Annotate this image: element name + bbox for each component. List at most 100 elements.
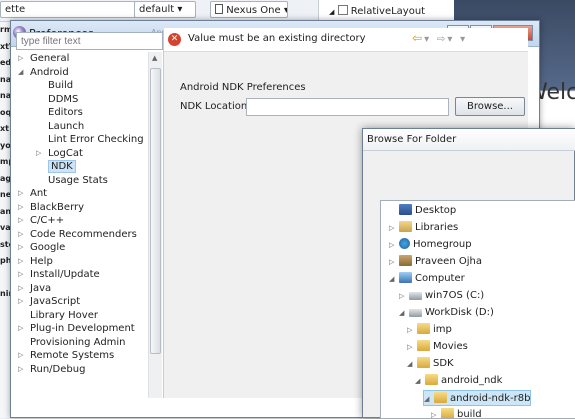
tree-item[interactable]: ▷ Code Recommenders [16,228,164,242]
ndk-location-input[interactable] [246,98,449,116]
config-combo-label: default [139,4,175,15]
folder-item[interactable]: ▷ win7OS (C:) [399,288,484,304]
browse-folder-titlebar: Browse For Folder [363,129,575,151]
tree-item-label: LogCat [48,147,83,159]
collapse-arrow-icon[interactable]: ◢ [399,305,404,321]
folder-item[interactable]: ◢ android_ndk [415,373,502,389]
folder-item[interactable]: ◢ Computer [389,271,465,287]
folder-item[interactable]: ◢ android-ndk-r8b [423,390,532,407]
tree-item[interactable]: ▷ C/C++ [16,214,164,228]
expand-arrow-icon[interactable]: ▷ [36,147,41,161]
scroll-up-icon[interactable]: ▲ [152,54,157,62]
outline-item[interactable]: ◢ RelativeLayout [329,5,425,17]
tree-item[interactable]: ▷ LogCat [16,147,164,161]
expand-arrow-icon[interactable]: ▷ [18,52,23,66]
expand-arrow-icon[interactable]: ▷ [18,201,23,215]
forward-icon[interactable]: ⇨ [437,34,447,45]
folder-item[interactable]: ▷ Praveen Ojha [389,254,482,270]
tree-item[interactable]: Build [16,79,164,93]
expand-arrow-icon[interactable]: ▷ [389,237,394,253]
expand-arrow-icon[interactable]: ▷ [431,407,436,418]
collapse-arrow-icon[interactable]: ◢ [424,391,429,407]
tree-item[interactable]: ◢ Android [16,66,164,80]
tree-item-label: BlackBerry [30,201,85,213]
palette-combo-label: ette [5,4,26,15]
tree-item-label: Lint Error Checking [48,134,144,145]
folder-item[interactable]: ▷ build [431,407,482,418]
expand-arrow-icon[interactable]: ▷ [18,228,23,242]
folder-icon [425,374,438,385]
folder-item[interactable]: ▷ Homegroup [389,237,472,253]
expand-arrow-icon[interactable]: ▷ [407,339,412,355]
view-menu-icon[interactable]: ▾ [460,34,467,45]
collapse-arrow-icon[interactable]: ◢ [18,66,23,80]
tree-item[interactable]: ▷ BlackBerry [16,201,164,215]
expand-arrow-icon[interactable]: ▷ [18,295,23,309]
collapse-arrow-icon[interactable]: ◢ [389,271,394,287]
tree-item[interactable]: DDMS [16,93,164,107]
drive-icon [409,292,422,300]
expand-arrow-icon[interactable]: ▷ [18,363,23,377]
browse-button[interactable]: Browse... [455,97,525,116]
expand-arrow-icon[interactable]: ▷ [389,254,394,270]
expand-arrow-icon[interactable]: ▷ [18,322,23,336]
folder-item[interactable]: ▷ imp [407,322,452,338]
error-icon: ✕ [168,33,181,46]
config-combo[interactable]: default ▾ [134,1,196,18]
tree-scrollbar[interactable]: ▲ [148,52,162,398]
tree-item[interactable]: ▷ Plug-in Development [16,322,164,336]
tree-item[interactable]: ▷ Remote Systems [16,349,164,363]
tree-item[interactable]: NDK [16,160,164,174]
tree-item[interactable]: Provisioning Admin [16,336,164,350]
outline-item-label: RelativeLayout [350,6,426,17]
user-folder-icon [399,255,412,266]
folder-item-label: Desktop [415,205,457,216]
tree-item[interactable]: Launch [16,120,164,134]
expand-arrow-icon[interactable]: ▷ [407,322,412,338]
tree-item[interactable]: Usage Stats [16,174,164,188]
expand-arrow-icon[interactable]: ▷ [18,282,23,296]
expand-arrow-icon[interactable]: ▷ [389,220,394,236]
filter-input[interactable] [16,32,163,50]
forward-dropdown-icon[interactable]: ▾ [447,34,454,45]
tree-item[interactable]: ▷ Google [16,241,164,255]
device-combo[interactable]: Nexus One ▾ [210,1,288,18]
tree-item[interactable]: Lint Error Checking [16,133,164,147]
tree-item[interactable]: ▷ General [16,52,164,66]
folder-item[interactable]: ▷ Libraries [389,220,458,236]
back-icon[interactable]: ⇦ [412,31,424,45]
tree-item[interactable]: Editors [16,106,164,120]
tree-item-label: Help [30,255,53,267]
folder-item[interactable]: Desktop [389,203,456,219]
collapse-arrow-icon[interactable]: ◢ [415,373,420,389]
tree-item-label: General [30,53,70,64]
folder-icon [417,357,430,368]
folder-item[interactable]: ◢ SDK [407,356,454,372]
tree-item[interactable]: ▷ Install/Update [16,268,164,282]
folder-item[interactable]: ◢ WorkDisk (D:) [399,305,494,321]
expand-arrow-icon[interactable]: ▷ [18,214,23,228]
expand-icon[interactable]: ◢ [329,8,334,16]
palette-combo[interactable]: ette ▽ [0,1,148,18]
expand-arrow-icon[interactable]: ▷ [18,268,23,282]
tree-item-label: Launch [48,120,85,132]
tree-item-label: Provisioning Admin [30,336,126,348]
tree-item-label: Plug-in Development [30,323,135,334]
expand-arrow-icon[interactable]: ▷ [18,241,23,255]
expand-arrow-icon[interactable]: ▷ [18,255,23,269]
expand-arrow-icon[interactable]: ▷ [18,187,23,201]
folder-item-label: Homegroup [413,239,472,250]
tree-item[interactable]: ▷ Run/Debug [16,363,164,377]
folder-item[interactable]: ▷ Movies [407,339,468,355]
expand-arrow-icon[interactable]: ▷ [18,349,23,363]
tree-item[interactable]: ▷ Ant [16,187,164,201]
collapse-arrow-icon[interactable]: ◢ [407,356,412,372]
tree-item[interactable]: Library Hover [16,309,164,323]
homegroup-icon [399,238,410,249]
tree-item[interactable]: ▷ JavaScript [16,295,164,309]
tree-item[interactable]: ▷ Help [16,255,164,269]
expand-arrow-icon[interactable]: ▷ [399,288,404,304]
scroll-thumb[interactable] [150,68,161,354]
back-dropdown-icon[interactable]: ▾ [424,34,431,45]
tree-item[interactable]: ▷ Java [16,282,164,296]
